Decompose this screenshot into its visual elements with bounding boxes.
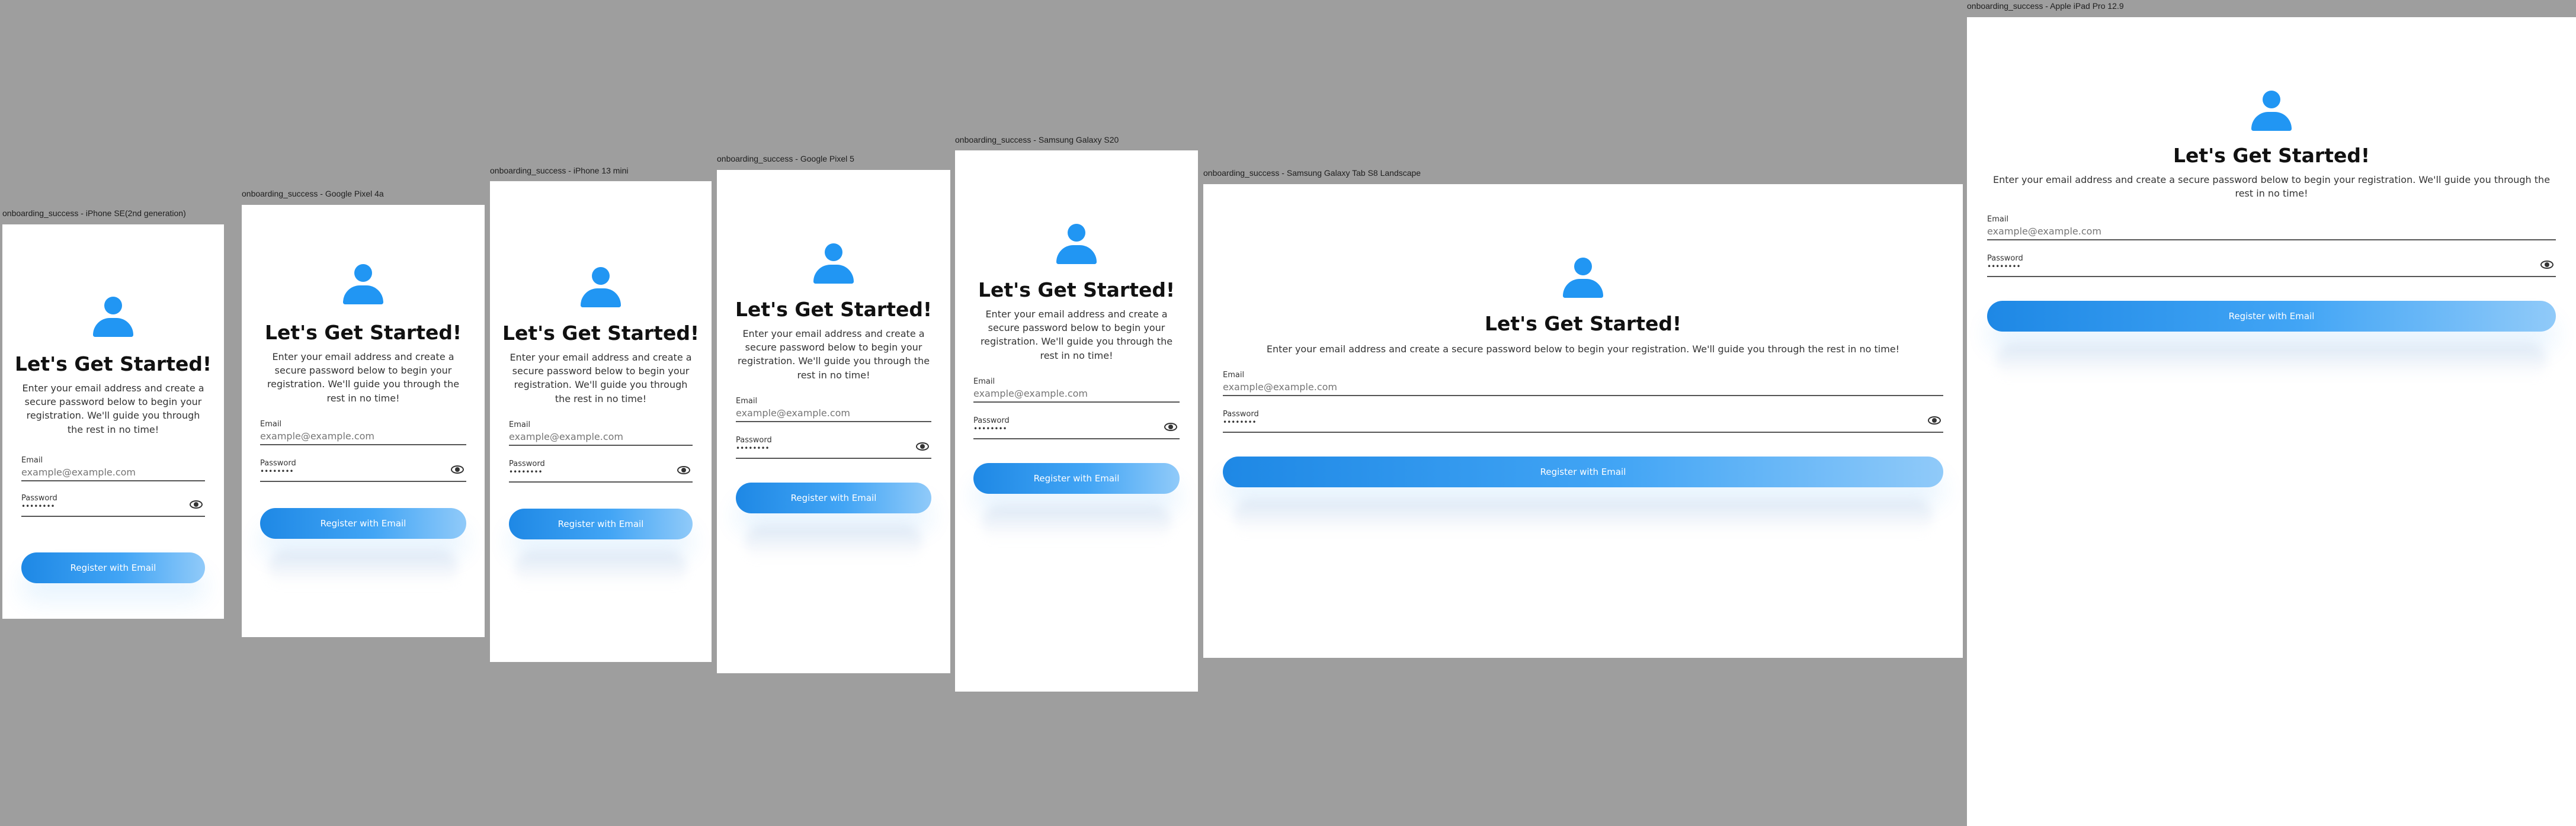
- password-label: Password: [1987, 254, 2023, 263]
- email-label: Email: [1987, 215, 2009, 224]
- register-button[interactable]: Register with Email: [21, 552, 205, 583]
- page-description: Enter your email address and create a se…: [737, 328, 930, 381]
- email-input[interactable]: [21, 466, 181, 478]
- email-input[interactable]: [1987, 226, 2532, 237]
- password-field[interactable]: Password ••••••••: [736, 436, 931, 459]
- device-frame-iphone-13-mini: Let's Get Started! Enter your email addr…: [490, 181, 712, 662]
- email-label: Email: [509, 420, 531, 429]
- person-icon: [91, 297, 136, 338]
- button-shadow: [745, 525, 922, 561]
- person-icon: [1054, 224, 1099, 265]
- email-field[interactable]: Email: [1987, 215, 2556, 241]
- password-value: ••••••••: [973, 424, 1007, 433]
- button-shadow: [515, 551, 687, 587]
- page-description: Enter your email address and create a se…: [1992, 174, 2551, 200]
- register-button[interactable]: Register with Email: [736, 482, 931, 513]
- email-input[interactable]: [260, 430, 443, 442]
- eye-icon[interactable]: [451, 465, 464, 474]
- password-field[interactable]: Password ••••••••: [1987, 254, 2556, 278]
- device-frame-iphone-se: Let's Get Started! Enter your email addr…: [2, 224, 224, 619]
- email-label: Email: [1223, 371, 1245, 380]
- email-label: Email: [973, 377, 995, 386]
- password-value: ••••••••: [1987, 262, 2021, 271]
- page-description: Enter your email address and create a se…: [1266, 343, 1900, 355]
- page-description: Enter your email address and create a se…: [22, 383, 204, 435]
- password-label: Password: [21, 493, 57, 503]
- register-button[interactable]: Register with Email: [509, 508, 693, 539]
- frame-label: onboarding_success - iPhone SE(2nd gener…: [2, 208, 186, 218]
- email-field[interactable]: Email: [973, 378, 1180, 403]
- eye-icon[interactable]: [916, 442, 929, 451]
- eye-icon[interactable]: [1928, 416, 1941, 425]
- frame-label: onboarding_success - Google Pixel 5: [717, 154, 854, 163]
- email-input[interactable]: [973, 387, 1156, 399]
- device-frame-galaxy-s20: Let's Get Started! Enter your email addr…: [955, 150, 1198, 692]
- person-icon: [2249, 91, 2294, 132]
- page-title: Let's Get Started!: [264, 321, 462, 344]
- password-field[interactable]: Password ••••••••: [21, 494, 205, 517]
- device-frame-pixel-5: Let's Get Started! Enter your email addr…: [717, 170, 950, 673]
- page-title: Let's Get Started!: [502, 322, 700, 345]
- button-shadow: [1233, 499, 1933, 535]
- register-button[interactable]: Register with Email: [973, 462, 1180, 494]
- register-button[interactable]: Register with Email: [1987, 301, 2556, 332]
- page-title: Let's Get Started!: [978, 278, 1175, 301]
- page-description: Enter your email address and create a se…: [980, 308, 1173, 361]
- password-field[interactable]: Password ••••••••: [260, 459, 466, 482]
- frame-label: onboarding_success - Google Pixel 4a: [242, 189, 384, 198]
- person-icon: [341, 264, 386, 306]
- eye-icon[interactable]: [677, 465, 690, 474]
- password-value: ••••••••: [21, 502, 55, 510]
- page-title: Let's Get Started!: [1484, 312, 1682, 335]
- password-value: ••••••••: [736, 443, 770, 452]
- frame-label: onboarding_success - Samsung Galaxy Tab …: [1203, 168, 1421, 178]
- register-button[interactable]: Register with Email: [1223, 457, 1943, 488]
- button-shadow: [982, 505, 1171, 541]
- email-label: Email: [736, 396, 758, 406]
- password-label: Password: [736, 435, 772, 445]
- page-title: Let's Get Started!: [2173, 144, 2370, 167]
- person-icon: [811, 243, 856, 285]
- register-button[interactable]: Register with Email: [260, 507, 466, 539]
- password-label: Password: [509, 459, 545, 468]
- page-title: Let's Get Started!: [14, 352, 212, 375]
- email-field[interactable]: Email: [260, 420, 466, 445]
- frame-label: onboarding_success - iPhone 13 mini: [490, 166, 629, 175]
- password-label: Password: [260, 458, 296, 468]
- device-frame-galaxy-tab-s8: Let's Get Started! Enter your email addr…: [1203, 184, 1963, 658]
- email-field[interactable]: Email: [21, 457, 205, 481]
- eye-icon[interactable]: [2540, 261, 2553, 269]
- person-icon: [1561, 258, 1606, 299]
- device-frame-ipad-pro: Let's Get Started! Enter your email addr…: [1967, 17, 2576, 826]
- page-description: Enter your email address and create a se…: [267, 351, 460, 404]
- page-title: Let's Get Started!: [735, 298, 933, 321]
- password-label: Password: [1223, 410, 1259, 419]
- password-value: ••••••••: [509, 467, 543, 476]
- password-value: ••••••••: [1223, 418, 1257, 427]
- eye-icon[interactable]: [190, 500, 203, 509]
- device-frame-pixel-4a: Let's Get Started! Enter your email addr…: [242, 205, 485, 637]
- password-field[interactable]: Password ••••••••: [1223, 410, 1943, 433]
- button-shadow: [1996, 343, 2547, 380]
- password-field[interactable]: Password ••••••••: [973, 417, 1180, 439]
- password-label: Password: [973, 416, 1010, 425]
- password-value: ••••••••: [260, 467, 294, 475]
- email-label: Email: [21, 455, 43, 465]
- email-label: Email: [260, 419, 282, 429]
- eye-icon[interactable]: [1164, 422, 1177, 431]
- button-shadow: [268, 550, 458, 586]
- person-icon: [578, 267, 623, 308]
- frame-label: onboarding_success - Samsung Galaxy S20: [955, 135, 1119, 144]
- email-input[interactable]: [1223, 381, 1920, 393]
- email-field[interactable]: Email: [736, 397, 931, 422]
- email-field[interactable]: Email: [509, 421, 693, 446]
- password-field[interactable]: Password ••••••••: [509, 460, 693, 483]
- email-field[interactable]: Email: [1223, 371, 1943, 397]
- page-description: Enter your email address and create a se…: [510, 352, 692, 404]
- email-input[interactable]: [736, 407, 908, 419]
- email-input[interactable]: [509, 430, 669, 442]
- frame-label: onboarding_success - Apple iPad Pro 12.9: [1967, 1, 2124, 11]
